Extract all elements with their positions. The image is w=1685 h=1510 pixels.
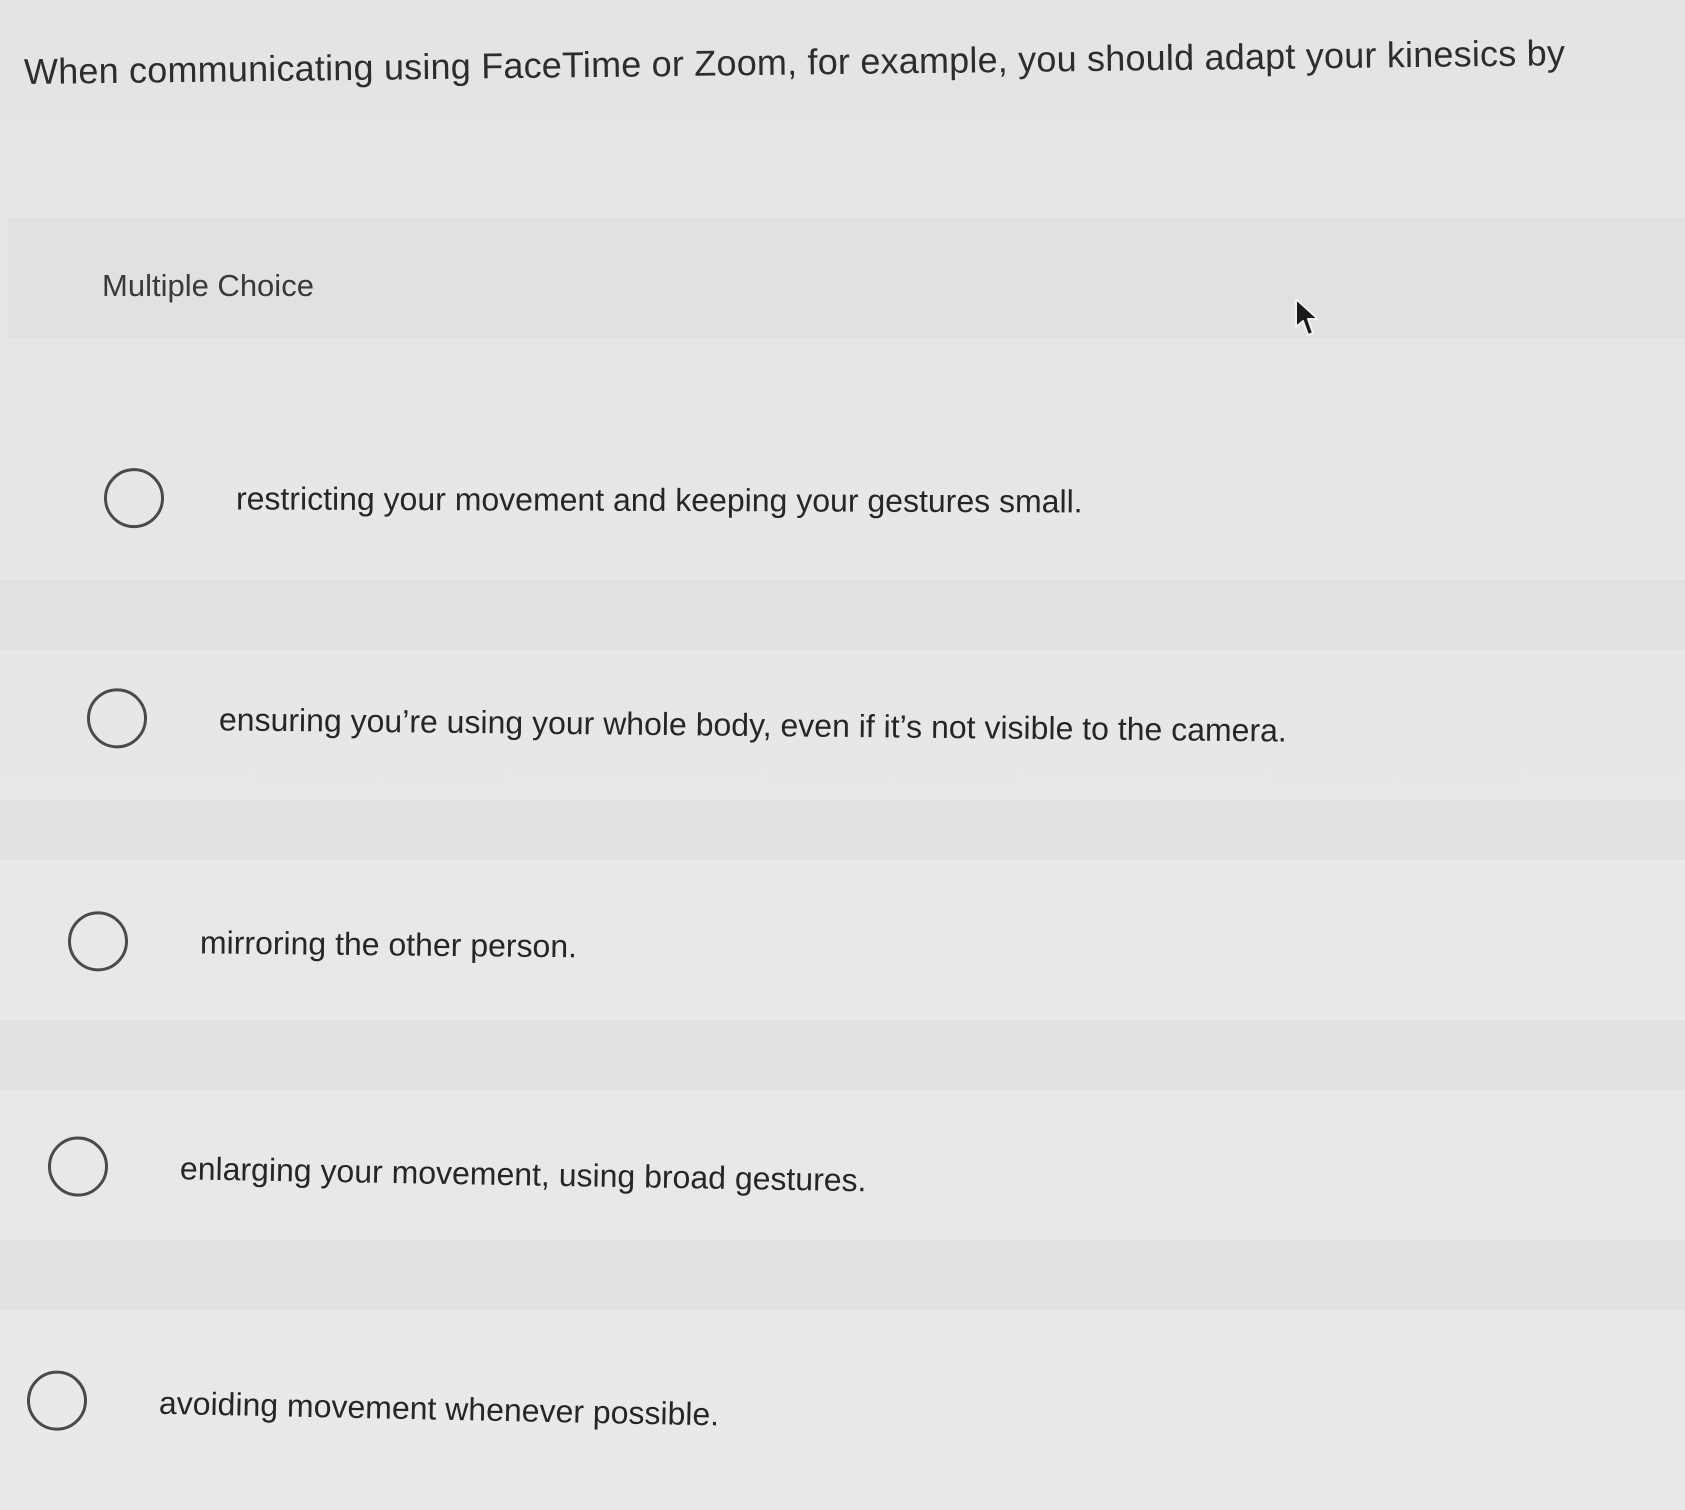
radio-unchecked-icon[interactable] (47, 1136, 109, 1198)
answer-option-label: mirroring the other person. (199, 924, 578, 965)
answer-option-5[interactable]: avoiding movement whenever possible. (26, 1370, 720, 1444)
answer-option-4[interactable]: enlarging your movement, using broad ges… (47, 1136, 867, 1210)
answer-option-2[interactable]: ensuring you’re using your whole body, e… (86, 688, 1287, 761)
answer-option-3[interactable]: mirroring the other person. (67, 911, 578, 976)
answer-option-label: ensuring you’re using your whole body, e… (218, 701, 1287, 749)
answer-option-label: avoiding movement whenever possible. (158, 1384, 720, 1433)
answer-option-label: restricting your movement and keeping yo… (235, 480, 1083, 520)
quiz-page: When communicating using FaceTime or Zoo… (0, 0, 1685, 1510)
radio-unchecked-icon[interactable] (103, 468, 165, 529)
answer-option-1[interactable]: restricting your movement and keeping yo… (103, 468, 1083, 531)
radio-unchecked-icon[interactable] (86, 688, 148, 749)
answer-option-label: enlarging your movement, using broad ges… (179, 1150, 867, 1199)
answer-choices: restricting your movement and keeping yo… (0, 0, 1685, 1510)
radio-unchecked-icon[interactable] (26, 1370, 88, 1432)
radio-unchecked-icon[interactable] (67, 911, 129, 972)
